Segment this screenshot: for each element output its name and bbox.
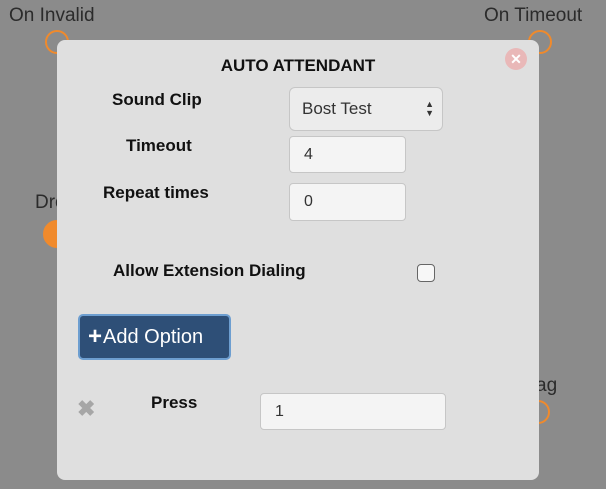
sound-clip-value: Bost Test [302,99,372,118]
node-title: AUTO ATTENDANT [220,56,376,75]
repeat-times-label: Repeat times [103,183,209,202]
close-circle-icon[interactable]: ✕ [505,48,527,70]
sound-clip-select[interactable]: Bost Test ▲ ▼ [289,87,443,131]
timeout-label: Timeout [126,136,192,155]
allow-extension-checkbox[interactable] [417,264,435,282]
press-label: Press [151,393,198,412]
timeout-input[interactable]: 4 [289,136,406,173]
add-option-button[interactable]: + Add Option [78,314,231,360]
press-value: 1 [275,402,284,420]
allow-extension-label: Allow Extension Dialing [113,261,306,280]
press-input[interactable]: 1 [260,393,446,430]
on-timeout-label: On Timeout [484,5,583,26]
select-arrows-icon: ▲ ▼ [425,99,434,118]
auto-attendant-node[interactable]: AUTO ATTENDANT ✕ Sound Clip Bost Test ▲ ▼… [57,40,539,480]
sound-clip-label: Sound Clip [112,90,202,109]
add-option-label: Add Option [103,325,204,348]
repeat-times-input[interactable]: 0 [289,183,406,221]
plus-icon: + [88,323,103,350]
remove-option-icon[interactable]: ✖ [77,396,95,422]
on-invalid-label: On Invalid [9,5,95,26]
repeat-times-value: 0 [304,193,313,210]
timeout-value: 4 [304,145,313,163]
